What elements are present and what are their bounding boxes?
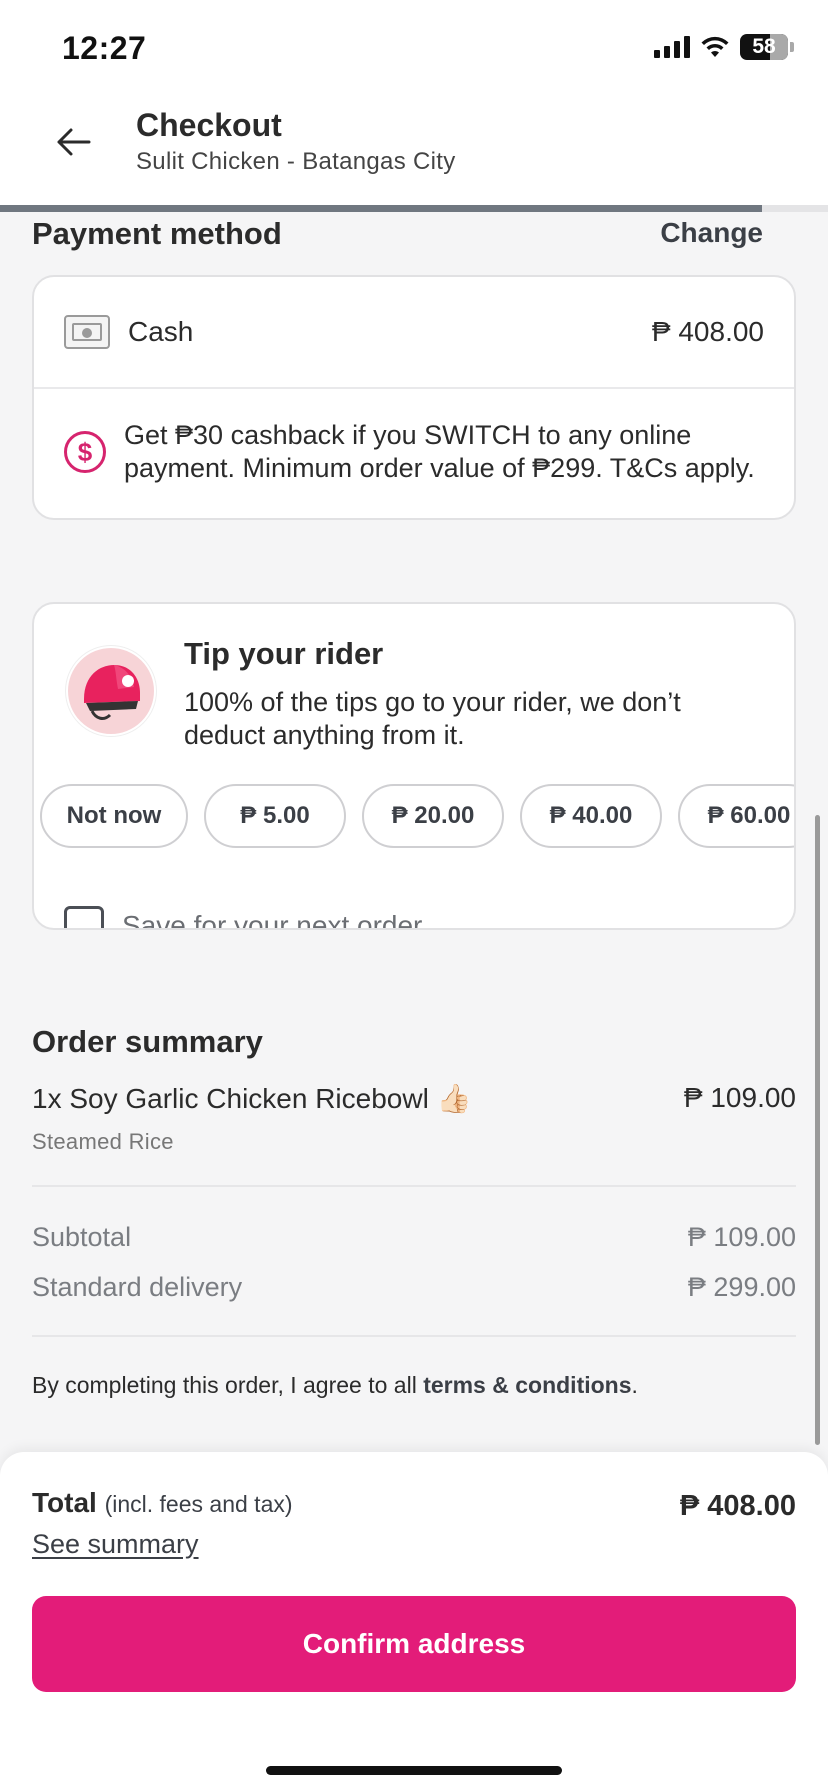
status-time: 12:27 — [62, 30, 147, 66]
tip-rider-card: Tip your rider 100% of the tips go to yo… — [32, 602, 796, 930]
payment-method-row[interactable]: Cash ₱ 408.00 — [34, 277, 794, 389]
arrow-left-icon — [57, 128, 91, 156]
restaurant-subtitle: Sulit Chicken - Batangas City — [136, 148, 456, 175]
promo-text: Get ₱30 cashback if you SWITCH to any on… — [124, 420, 755, 483]
terms-notice: By completing this order, I agree to all… — [32, 1372, 638, 1399]
order-item-name: 1x Soy Garlic Chicken Ricebowl 👍🏻 — [32, 1082, 796, 1115]
save-tip-checkbox[interactable] — [64, 906, 104, 928]
rider-helmet-icon — [66, 646, 156, 736]
confirm-address-button[interactable]: Confirm address — [32, 1596, 796, 1692]
home-indicator — [266, 1766, 562, 1775]
terms-link[interactable]: terms & conditions — [423, 1372, 631, 1398]
divider — [32, 1335, 796, 1337]
checkout-progress-bar — [0, 205, 828, 212]
order-summary-title: Order summary — [32, 1024, 263, 1059]
total-note: (incl. fees and tax) — [104, 1491, 293, 1517]
subtotal-amount: ₱ 109.00 — [687, 1222, 796, 1252]
tip-options: Not now ₱ 5.00 ₱ 20.00 ₱ 40.00 ₱ 60.00 — [40, 784, 794, 850]
status-icons: 58 — [654, 34, 794, 60]
checkout-progress-fill — [0, 205, 762, 212]
checkout-footer: Total (incl. fees and tax) ₱ 408.00 See … — [0, 1452, 828, 1792]
payment-card: Cash ₱ 408.00 $ Get ₱30 cashback if you … — [32, 275, 796, 520]
total-label: Total (incl. fees and tax) — [32, 1487, 293, 1519]
checkout-content[interactable]: Payment method Change Cash ₱ 408.00 $ Ge… — [0, 212, 828, 1452]
see-summary-link[interactable]: See summary — [32, 1529, 199, 1560]
save-tip-label: Save for your next order — [122, 910, 423, 930]
save-tip-row[interactable]: Save for your next order — [64, 906, 423, 930]
payment-amount: ₱ 408.00 — [651, 316, 764, 347]
tip-title: Tip your rider — [184, 636, 384, 671]
tip-option-not-now[interactable]: Not now — [40, 784, 188, 848]
change-payment-button[interactable]: Change — [660, 217, 763, 249]
cashback-promo: $ Get ₱30 cashback if you SWITCH to any … — [34, 389, 794, 515]
delivery-fee-row: Standard delivery ₱ 299.00 — [32, 1272, 796, 1303]
cash-icon — [64, 315, 110, 349]
scrollbar[interactable] — [815, 815, 820, 1445]
tip-description: 100% of the tips go to your rider, we do… — [184, 687, 681, 750]
tip-option-60[interactable]: ₱ 60.00 — [678, 784, 794, 848]
tip-option-20[interactable]: ₱ 20.00 — [362, 784, 504, 848]
battery-level: 58 — [752, 35, 776, 58]
total-title: Total — [32, 1487, 97, 1518]
terms-suffix: . — [631, 1372, 638, 1398]
payment-method-title: Payment method — [32, 216, 282, 251]
order-item-name-text: 1x Soy Garlic Chicken Ricebowl — [32, 1083, 429, 1114]
subtotal-row: Subtotal ₱ 109.00 — [32, 1222, 796, 1253]
checkout-header: Checkout Sulit Chicken - Batangas City — [0, 95, 828, 205]
delivery-fee-amount: ₱ 299.00 — [687, 1272, 796, 1302]
tip-option-5[interactable]: ₱ 5.00 — [204, 784, 346, 848]
order-item-option: Steamed Rice — [32, 1129, 174, 1154]
subtotal-label: Subtotal — [32, 1222, 132, 1252]
delivery-fee-label: Standard delivery — [32, 1272, 243, 1302]
page-title: Checkout — [136, 107, 282, 143]
divider — [32, 1185, 796, 1187]
order-item-price: ₱ 109.00 — [683, 1082, 796, 1113]
cellular-signal-icon — [654, 36, 690, 58]
back-button[interactable] — [48, 117, 98, 167]
total-amount: ₱ 408.00 — [679, 1490, 796, 1522]
battery-icon: 58 — [740, 34, 788, 60]
dollar-circle-icon: $ — [64, 431, 106, 473]
terms-prefix: By completing this order, I agree to all — [32, 1372, 424, 1398]
tip-option-40[interactable]: ₱ 40.00 — [520, 784, 662, 848]
order-item: 1x Soy Garlic Chicken Ricebowl 👍🏻 ₱ 109.… — [32, 1082, 796, 1155]
status-bar: 12:27 58 — [0, 0, 828, 95]
payment-method-label: Cash — [128, 316, 194, 347]
thumbs-up-icon: 👍🏻 — [436, 1083, 472, 1114]
wifi-icon — [701, 36, 729, 57]
battery-tip — [790, 42, 794, 52]
